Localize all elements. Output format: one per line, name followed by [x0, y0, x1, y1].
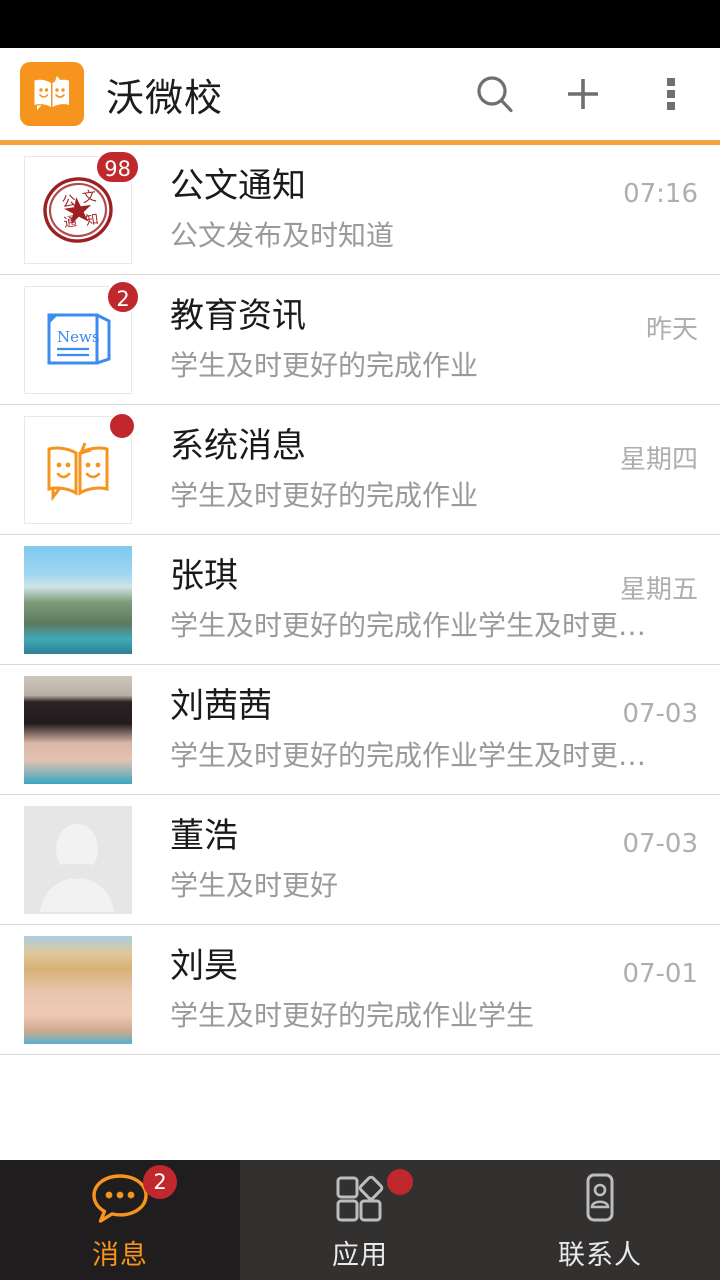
conversation-list: 公 文 通 知 98 公文通知 公文发布及时知道 07:16 News 2 教育… [0, 145, 720, 1055]
bottom-navigation: 2 消息 应用 联系人 [0, 1160, 720, 1280]
search-icon[interactable] [472, 71, 518, 117]
timestamp: 昨天 [645, 315, 698, 345]
avatar: 公 文 通 知 98 [24, 150, 140, 264]
header-actions [472, 71, 700, 117]
conversation-name: 系统消息 [170, 427, 306, 467]
conversation-preview: 学生及时更好的完成作业学生 [170, 1000, 535, 1033]
timestamp: 07-03 [622, 829, 698, 859]
list-item-texts: 张琪 学生及时更好的完成作业学生及时更好的… [170, 557, 698, 642]
apps-grid-icon [329, 1168, 413, 1227]
list-item-texts: 刘茜茜 学生及时更好的完成作业学生及时更好的… [170, 687, 698, 772]
conversation-name: 教育资讯 [170, 297, 306, 337]
list-item[interactable]: 刘昊 学生及时更好的完成作业学生 07-01 [0, 925, 720, 1055]
status-bar [0, 0, 720, 48]
unread-dot-badge [108, 412, 136, 440]
messages-badge: 2 [143, 1164, 177, 1199]
avatar: News 2 [24, 280, 140, 394]
unread-badge: 2 [106, 280, 140, 314]
conversation-preview: 学生及时更好的完成作业 [170, 480, 479, 513]
tab-label: 联系人 [558, 1239, 642, 1271]
conversation-preview: 学生及时更好的完成作业学生及时更好的… [170, 740, 650, 773]
tab-label: 应用 [332, 1239, 388, 1271]
avatar [24, 936, 132, 1044]
list-item[interactable]: 公 文 通 知 98 公文通知 公文发布及时知道 07:16 [0, 145, 720, 275]
timestamp: 07-03 [622, 699, 698, 729]
conversation-preview: 公文发布及时知道 [170, 220, 395, 253]
list-item[interactable]: 张琪 学生及时更好的完成作业学生及时更好的… 星期五 [0, 535, 720, 665]
avatar [24, 546, 132, 654]
conversation-name: 刘茜茜 [170, 687, 272, 727]
list-item-texts: 公文通知 公文发布及时知道 [170, 167, 698, 252]
tab-apps[interactable]: 应用 [240, 1160, 480, 1280]
svg-text:通: 通 [63, 214, 78, 231]
conversation-name: 刘昊 [170, 947, 238, 987]
conversation-preview: 学生及时更好的完成作业 [170, 350, 479, 383]
list-item[interactable]: 系统消息 学生及时更好的完成作业 星期四 [0, 405, 720, 535]
svg-text:公: 公 [61, 193, 77, 211]
svg-text:News: News [57, 328, 100, 346]
conversation-preview: 学生及时更好 [170, 870, 339, 903]
app-screen: 沃微校 公 文 通 知 98 公文通知 公文发布及时知道 07:16 News … [0, 0, 720, 1280]
overflow-menu-icon[interactable] [648, 71, 694, 117]
avatar [24, 412, 136, 524]
timestamp: 07-01 [622, 959, 698, 989]
default-person-avatar [24, 806, 132, 914]
contact-card-icon [569, 1169, 631, 1227]
landscape-photo-avatar [24, 546, 132, 654]
tab-contacts[interactable]: 联系人 [480, 1160, 720, 1280]
app-header: 沃微校 [0, 48, 720, 140]
list-item-texts: 教育资讯 学生及时更好的完成作业 [170, 297, 698, 382]
avatar [24, 806, 132, 914]
list-item-texts: 刘昊 学生及时更好的完成作业学生 [170, 947, 698, 1032]
list-item[interactable]: 董浩 学生及时更好 07-03 [0, 795, 720, 925]
add-icon[interactable] [560, 71, 606, 117]
book-faces-logo-icon [20, 62, 84, 126]
conversation-name: 公文通知 [170, 167, 306, 207]
hat-portrait-photo-avatar [24, 936, 132, 1044]
conversation-preview: 学生及时更好的完成作业学生及时更好的… [170, 610, 650, 643]
list-item-texts: 董浩 学生及时更好 [170, 817, 698, 902]
tab-messages[interactable]: 2 消息 [0, 1160, 240, 1280]
timestamp: 星期四 [619, 445, 698, 475]
tab-label: 消息 [92, 1239, 148, 1271]
list-item[interactable]: News 2 教育资讯 学生及时更好的完成作业 昨天 [0, 275, 720, 405]
conversation-name: 张琪 [170, 557, 238, 597]
timestamp: 星期五 [619, 575, 698, 605]
conversation-name: 董浩 [170, 817, 238, 857]
unread-badge: 98 [95, 150, 140, 184]
chat-bubble-icon: 2 [89, 1164, 177, 1227]
apps-dot-badge [387, 1168, 413, 1195]
list-item[interactable]: 刘茜茜 学生及时更好的完成作业学生及时更好的… 07-03 [0, 665, 720, 795]
list-item-texts: 系统消息 学生及时更好的完成作业 [170, 427, 698, 512]
avatar [24, 676, 132, 784]
page-title: 沃微校 [106, 75, 224, 120]
timestamp: 07:16 [623, 179, 698, 209]
portrait-photo-avatar [24, 676, 132, 784]
svg-text:文: 文 [81, 188, 97, 206]
svg-text:知: 知 [84, 211, 99, 229]
